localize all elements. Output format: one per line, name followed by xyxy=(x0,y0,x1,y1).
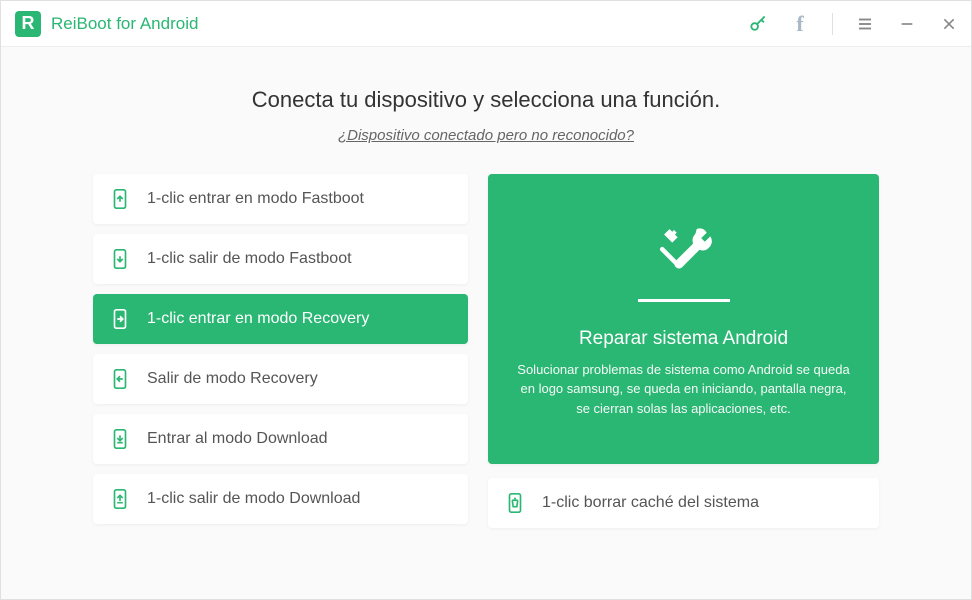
phone-download-icon xyxy=(109,428,131,450)
option-label: 1-clic salir de modo Fastboot xyxy=(147,250,352,268)
logo-wrap: R ReiBoot for Android xyxy=(15,11,198,37)
device-not-recognized-link[interactable]: ¿Dispositivo conectado pero no reconocid… xyxy=(93,127,879,144)
titlebar-divider xyxy=(832,13,833,35)
option-fastboot-enter[interactable]: 1-clic entrar en modo Fastboot xyxy=(93,174,468,224)
logo-letter: R xyxy=(22,13,35,34)
option-recovery-exit[interactable]: Salir de modo Recovery xyxy=(93,354,468,404)
app-window: R ReiBoot for Android f Conecta tu dispo… xyxy=(0,0,972,600)
repair-system-card[interactable]: Reparar sistema Android Solucionar probl… xyxy=(488,174,879,464)
main-content: Conecta tu dispositivo y selecciona una … xyxy=(1,47,971,599)
app-title: ReiBoot for Android xyxy=(51,14,198,34)
facebook-icon[interactable]: f xyxy=(790,14,810,34)
option-label: 1-clic salir de modo Download xyxy=(147,490,360,508)
option-label: 1-clic entrar en modo Recovery xyxy=(147,310,369,328)
repair-description: Solucionar problemas de sistema como And… xyxy=(516,360,851,419)
phone-up-icon xyxy=(109,188,131,210)
option-download-enter[interactable]: Entrar al modo Download xyxy=(93,414,468,464)
option-recovery-enter[interactable]: 1-clic entrar en modo Recovery xyxy=(93,294,468,344)
option-fastboot-exit[interactable]: 1-clic salir de modo Fastboot xyxy=(93,234,468,284)
option-download-exit[interactable]: 1-clic salir de modo Download xyxy=(93,474,468,524)
page-title: Conecta tu dispositivo y selecciona una … xyxy=(93,87,879,113)
option-label: Entrar al modo Download xyxy=(147,430,328,448)
repair-title: Reparar sistema Android xyxy=(579,328,788,350)
minimize-icon[interactable] xyxy=(897,14,917,34)
cache-label: 1-clic borrar caché del sistema xyxy=(542,494,759,512)
option-label: 1-clic entrar en modo Fastboot xyxy=(147,190,364,208)
titlebar: R ReiBoot for Android f xyxy=(1,1,971,47)
options-grid: 1-clic entrar en modo Fastboot 1-clic sa… xyxy=(93,174,879,528)
menu-icon[interactable] xyxy=(855,14,875,34)
key-icon[interactable] xyxy=(748,14,768,34)
phone-down-icon xyxy=(109,248,131,270)
repair-divider xyxy=(638,299,730,302)
app-logo-icon: R xyxy=(15,11,41,37)
tools-icon xyxy=(655,220,713,283)
option-label: Salir de modo Recovery xyxy=(147,370,318,388)
titlebar-controls: f xyxy=(748,13,959,35)
close-icon[interactable] xyxy=(939,14,959,34)
trash-icon xyxy=(504,492,526,514)
clear-cache-button[interactable]: 1-clic borrar caché del sistema xyxy=(488,478,879,528)
left-column: 1-clic entrar en modo Fastboot 1-clic sa… xyxy=(93,174,468,528)
phone-download-exit-icon xyxy=(109,488,131,510)
phone-exit-icon xyxy=(109,368,131,390)
right-column: Reparar sistema Android Solucionar probl… xyxy=(488,174,879,528)
phone-enter-icon xyxy=(109,308,131,330)
